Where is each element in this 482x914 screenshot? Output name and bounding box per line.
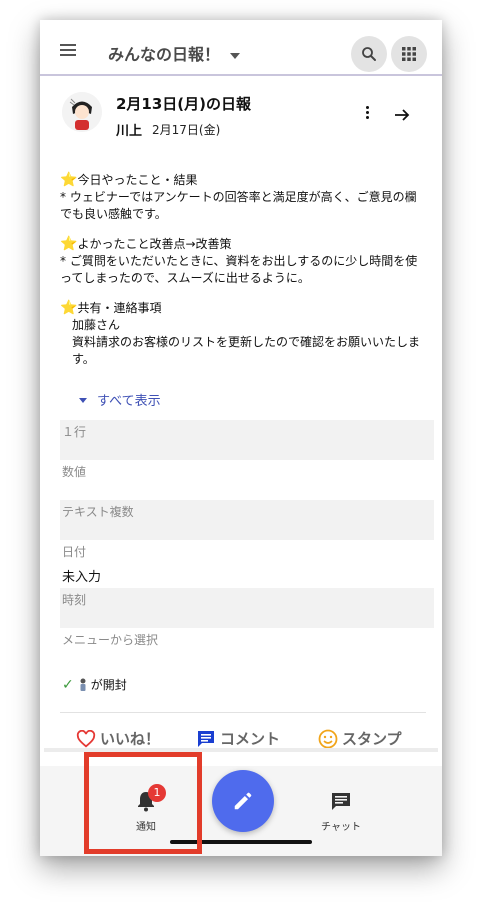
apps-button[interactable]: [391, 36, 427, 72]
phone-screen: みんなの日報！ 2月13日(月)の日報 川上 2月17日(金) ⭐今日やったこと…: [40, 20, 442, 856]
section-share: ⭐共有・連絡事項 加藤さん 資料請求のお客様のリストを更新したので確認をお願いい…: [60, 300, 426, 368]
read-status[interactable]: ✓ が開封: [62, 676, 127, 693]
star-icon: ⭐: [60, 172, 78, 188]
report-date: 2月17日(金): [152, 123, 221, 137]
app-bar: みんなの日報！: [40, 28, 442, 76]
comment-icon: [198, 730, 214, 747]
field-value: 未入力: [62, 570, 102, 585]
section-line: * ウェビナーではアンケートの回答率と満足度が高く、ご意見の欄でも良い感触です。: [60, 190, 417, 221]
app-title[interactable]: みんなの日報！: [108, 41, 220, 65]
section-heading: 今日やったこと・結果: [77, 173, 198, 187]
stamp-label: スタンプ: [342, 730, 402, 748]
avatar-illustration: [62, 92, 102, 132]
field-label: 日付: [62, 545, 87, 559]
nav-chat[interactable]: チャット: [316, 792, 366, 833]
field-multiline-text: テキスト複数: [60, 500, 434, 540]
star-icon: ⭐: [60, 236, 78, 252]
divider: [60, 712, 426, 713]
read-status-text: が開封: [90, 678, 127, 692]
like-label: いいね！: [100, 730, 161, 748]
section-line: 資料請求のお客様のリストを更新したので確認をお願いいたします。: [72, 335, 421, 366]
stamp-button[interactable]: スタンプ: [318, 728, 402, 749]
field-time: 時刻: [60, 588, 434, 628]
section-heading: 共有・連絡事項: [77, 301, 162, 315]
field-menu-select: メニューから選択: [60, 628, 434, 668]
comment-label: コメント: [220, 730, 281, 748]
section-today: ⭐今日やったこと・結果 * ウェビナーではアンケートの回答率と満足度が高く、ご意…: [60, 172, 426, 223]
more-vert-icon[interactable]: [360, 106, 374, 124]
report-card: 2月13日(月)の日報 川上 2月17日(金) ⭐今日やったこと・結果 * ウェ…: [42, 76, 440, 749]
apps-grid-icon: [402, 47, 416, 61]
smiley-icon: [318, 729, 338, 748]
star-icon: ⭐: [60, 300, 78, 316]
field-label: テキスト複数: [62, 505, 134, 519]
section-line: 加藤さん: [72, 318, 121, 332]
field-date: 日付 未入力: [60, 540, 434, 586]
caret-down-icon[interactable]: [79, 398, 87, 403]
chat-icon: [332, 793, 350, 810]
field-label: 数値: [62, 465, 87, 479]
menu-icon[interactable]: [60, 44, 76, 56]
reader-avatar-icon: [80, 678, 86, 691]
pencil-icon: [234, 792, 252, 810]
comment-button[interactable]: コメント: [196, 728, 280, 749]
section-heading: よかったこと改善点→改善策: [77, 237, 232, 251]
search-icon: [362, 47, 376, 61]
show-all-link[interactable]: すべて表示: [97, 390, 161, 409]
search-button[interactable]: [351, 36, 387, 72]
nav-chat-label: チャット: [321, 822, 361, 833]
like-button[interactable]: いいね！: [76, 728, 160, 749]
author-name: 川上: [116, 124, 143, 139]
arrow-right-icon[interactable]: [394, 107, 410, 123]
highlight-box: [84, 752, 202, 854]
avatar[interactable]: [62, 92, 102, 132]
field-single-line: １行: [60, 420, 434, 460]
heart-icon: [76, 729, 96, 748]
report-title[interactable]: 2月13日(月)の日報: [116, 93, 251, 114]
section-line: * ご質問をいただいたときに、資料をお出しするのに少し時間を使ってしまったので、…: [60, 254, 418, 285]
chevron-down-icon[interactable]: [230, 53, 240, 59]
field-label: メニューから選択: [62, 633, 159, 647]
field-label: 時刻: [62, 593, 87, 607]
field-label: １行: [62, 425, 87, 439]
field-number: 数値: [60, 460, 434, 500]
new-report-button[interactable]: [212, 770, 274, 832]
section-improve: ⭐よかったこと改善点→改善策 * ご質問をいただいたときに、資料をお出しするのに…: [60, 236, 426, 287]
check-icon: ✓: [62, 676, 74, 693]
